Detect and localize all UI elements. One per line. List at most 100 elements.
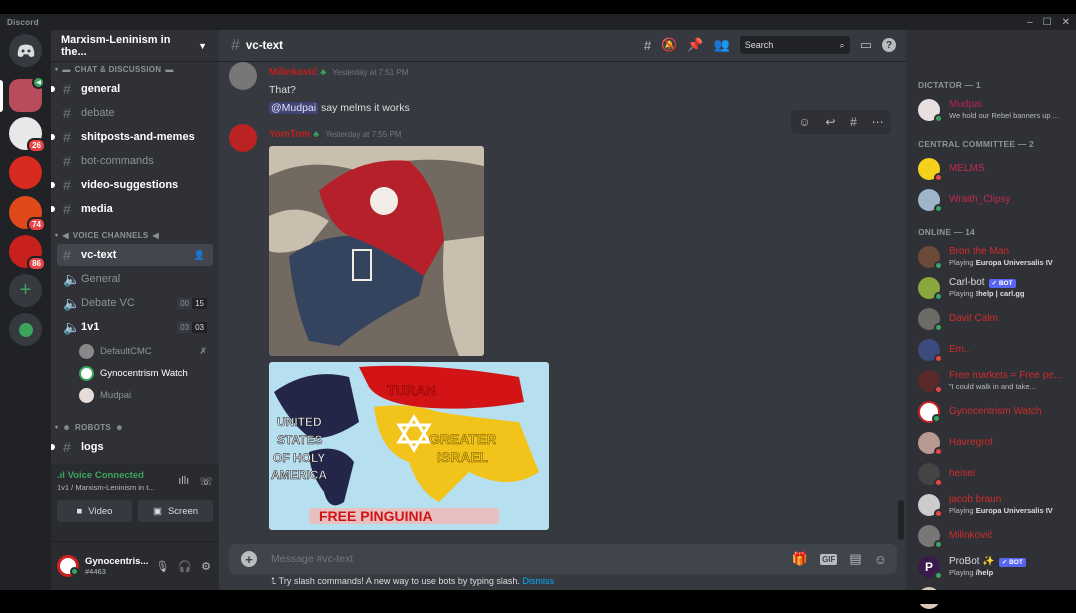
user-limit-counter: 00 15 [177,297,207,309]
inbox-icon[interactable]: ▭ [860,37,872,53]
world-map-image[interactable]: TURAN UNITED STATES OF HOLY AMERICA GREA… [269,362,549,530]
add-server-button[interactable]: + [9,274,42,307]
server-icon-5[interactable]: 86 [9,235,46,271]
avatar [79,343,94,359]
member-item[interactable]: Carl-bot ✓ BOT Playing !help | carl.gg [918,272,1076,303]
server-icon-2[interactable]: 26 [9,117,46,153]
member-item[interactable]: jacob braun Playing Europa Universalis IV [918,489,1076,520]
more-options-icon[interactable]: ⋯ [872,115,884,129]
mic-muted-icon: ✗ [199,345,207,356]
member-item[interactable]: Milinković [918,520,1076,551]
message-input[interactable] [271,553,741,565]
member-list-icon[interactable]: 👥 [714,37,730,53]
category-voice[interactable]: ▾ ◀ VOICE CHANNELS ◀ [51,228,219,242]
user-mention[interactable]: @Mudpai [269,102,319,114]
home-button[interactable] [9,34,42,67]
speaker-icon: ◀ [152,230,159,240]
speaker-icon: 🔈 [63,294,81,311]
author-name[interactable]: Milinković [269,67,317,78]
voice-status-link[interactable]: Voice Connected [68,470,144,481]
member-item[interactable]: P ProBot ✨ ✓ BOT Playing /help [918,551,1076,582]
gift-icon[interactable]: 🎁 [792,551,808,567]
sticker-icon[interactable]: ▤ [849,551,861,567]
hash-icon: # [63,153,71,169]
member-item[interactable]: Bron the Man Playing Europa Universalis I… [918,241,1076,272]
invite-icon[interactable]: 👤 [194,250,205,261]
close-icon[interactable]: ✕ [1062,17,1070,28]
reply-icon[interactable]: ↩ [825,115,835,129]
explore-servers-button[interactable] [9,313,42,346]
maximize-icon[interactable]: ☐ [1043,17,1052,28]
member-item[interactable]: Em.. [918,334,1076,365]
server-icon-4[interactable]: 74 [9,196,46,232]
voice-user[interactable]: DefaultCMC ✗ [79,340,219,362]
top-black-bar [0,0,1076,14]
upload-plus-icon[interactable]: + [241,551,257,567]
window-titlebar: Discord – ☐ ✕ [0,14,1076,30]
channel-shitposts-and-memes[interactable]: # shitposts-and-memes [51,126,213,148]
screen-icon: ▣ [152,505,162,517]
voice-user[interactable]: Gynocentrism Watch [79,362,219,384]
help-icon[interactable]: ? [882,38,896,52]
member-item[interactable]: Mudpai We hold our Rebel banners up ... [918,94,1076,125]
voice-channel-general[interactable]: 🔈 General [57,268,213,290]
map-label-usha: OF HOLY [273,451,325,465]
server-icon-1[interactable]: ◀ [9,76,45,112]
create-thread-icon[interactable]: # [850,115,857,129]
channel-general[interactable]: # general [51,78,213,100]
member-item[interactable]: Wraith_Clipsy [918,184,1076,215]
category-robots[interactable]: ▾ ☻ ROBOTS ☻ [51,420,219,434]
minimize-icon[interactable]: – [1027,17,1033,28]
avatar[interactable] [229,124,257,152]
avatar[interactable] [229,62,257,90]
headphones-icon[interactable]: 🎧 [178,560,192,573]
screen-share-button[interactable]: ▣ Screen [138,500,213,522]
scrollbar[interactable] [898,500,904,540]
member-item[interactable]: MELMS [918,153,1076,184]
chevron-down-icon: ▼ [198,40,207,51]
channel-media[interactable]: # media [51,198,213,220]
settings-gear-icon[interactable]: ⚙ [201,560,211,573]
add-reaction-icon[interactable]: ☺ [798,115,810,129]
user-tag: #4463 [85,567,106,576]
speaker-icon: 🔈 [63,318,81,335]
member-item[interactable]: Davit Calm [918,303,1076,334]
search-input[interactable]: Search ⌕ [739,36,850,54]
author-name[interactable]: YomTom [269,129,310,140]
member-item[interactable]: Havregrot [918,427,1076,458]
voice-channel-debate-vc[interactable]: 🔈 Debate VC 00 15 [57,292,213,314]
emoji-icon[interactable]: ☺ [874,552,887,567]
member-item[interactable]: Free markets = Free pe... "I could walk i… [918,365,1076,396]
channel-logs[interactable]: # logs [51,436,213,458]
chat-icon: ▬ [62,64,71,74]
dismiss-link[interactable]: Dismiss [522,576,554,586]
microphone-icon[interactable]: 🎙 [155,560,169,573]
message: YomTom ♣ Yesterday at 7:55 PM TURAN UNIT… [229,124,549,530]
discord-logo-icon [17,44,34,57]
voice-channel-1v1[interactable]: 🔈 1v1 03 03 [57,316,213,338]
video-button[interactable]: ■ Video [57,500,132,522]
arrow-icon: ⮤ [271,576,279,586]
member-item[interactable]: heisei [918,458,1076,489]
hash-icon: # [63,177,71,193]
channel-bot-commands[interactable]: # bot-commands [57,150,213,172]
server-icon-3[interactable] [9,156,42,189]
guild-header[interactable]: Marxism-Leninism in the... ▼ [51,30,219,62]
pin-icon[interactable]: 📌 [687,37,703,53]
member-item[interactable]: Gynocentrism Watch [918,396,1076,427]
message-text: That? [269,84,296,96]
voice-user[interactable]: Mudpai [79,384,219,406]
middle-east-map-image[interactable] [269,146,484,356]
noise-suppression-icon[interactable]: ıllı [178,475,189,488]
voice-location[interactable]: 1v1 / Marxism-Leninism in t... [57,483,155,492]
disconnect-icon[interactable]: ☏ [199,475,213,488]
channel-vc-text[interactable]: # vc-text 👤 [57,244,213,266]
threads-icon[interactable]: # [644,38,651,53]
category-chat[interactable]: ▾ ▬ CHAT & DISCUSSION ▬ [51,62,219,76]
channel-debate[interactable]: # debate [57,102,213,124]
gif-icon[interactable]: GIF [820,553,838,565]
notification-bell-muted-icon[interactable]: 🔕 [661,37,677,53]
timestamp: Yesterday at 7:55 PM [325,130,402,139]
user-avatar[interactable] [57,555,79,577]
channel-video-suggestions[interactable]: # video-suggestions [51,174,213,196]
